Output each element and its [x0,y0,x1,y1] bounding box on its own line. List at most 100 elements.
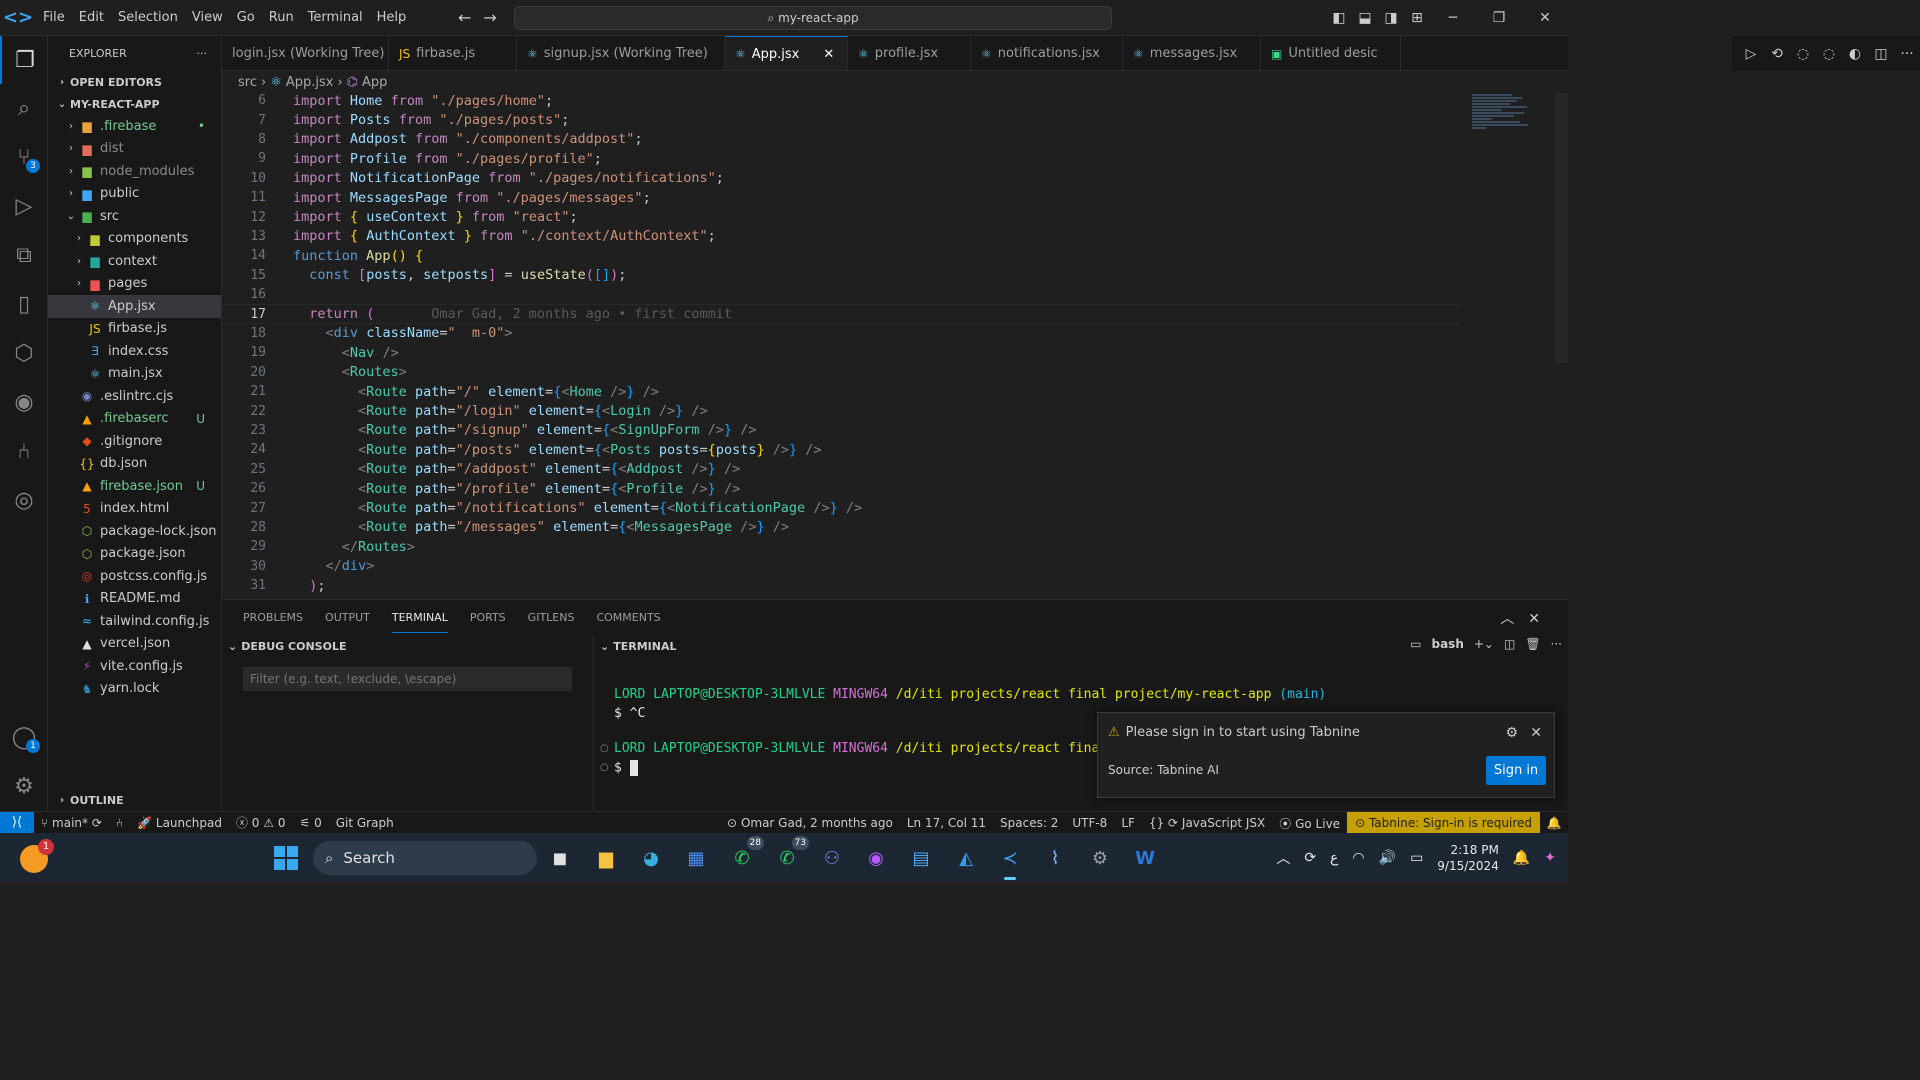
close-tab-icon[interactable]: ✕ [823,47,834,62]
search-view-icon[interactable]: ⌕ [0,84,48,132]
line-ending[interactable]: LF [1114,816,1142,830]
breadcrumb-file[interactable]: App.jsx [286,75,334,90]
tree-item-vercel-json[interactable]: ▲ vercel.json [48,633,221,656]
clock[interactable]: 2:18 PM 9/15/2024 [1437,842,1499,874]
whatsapp-business-icon[interactable]: ✆ 73 [773,836,809,872]
split-terminal-icon[interactable]: ◫ [1504,637,1515,651]
open-editors-section[interactable]: › OPEN EDITORS [48,71,221,93]
kill-terminal-icon[interactable]: 🗑 [1525,637,1540,651]
menu-help[interactable]: Help [370,10,414,25]
tab-login-jsx[interactable]: login.jsx (Working Tree) [222,36,389,70]
back-arrow-icon[interactable]: ← [458,8,483,27]
tree-item-postcss-config[interactable]: ◎ postcss.config.js [48,565,221,588]
next-change-icon[interactable]: ◌ [1816,46,1842,62]
notification-bell-icon[interactable]: 🔔 [1513,850,1530,866]
photos-icon[interactable]: ◭ [952,844,980,872]
debug-filter-input[interactable] [243,667,572,691]
breadcrumb-symbol[interactable]: App [362,75,387,90]
settings-gear-icon[interactable]: ⚙ [0,762,48,810]
git-graph-item[interactable]: Git Graph [329,816,401,830]
tab-notifications-jsx[interactable]: ⚛ notifications.jsx [971,36,1123,70]
tree-item-node-modules[interactable]: › ▆ node_modules [48,160,221,183]
new-terminal-icon[interactable]: +⌄ [1474,637,1494,651]
more-actions-icon[interactable]: ··· [1551,637,1562,651]
forward-arrow-icon[interactable]: → [483,8,508,27]
open-changes-icon[interactable]: ⟲ [1764,46,1790,62]
previous-change-icon[interactable]: ◌ [1790,46,1816,62]
weather-widget-icon[interactable]: 1 [20,839,54,873]
code-editor[interactable]: 6 import Home from "./pages/home"; 7 impor… [222,93,1568,599]
menu-view[interactable]: View [185,10,230,25]
toggle-panel-icon[interactable]: ⬓ [1352,10,1378,26]
project-section[interactable]: ⌄ MY-REACT-APP [48,93,221,115]
language-mode[interactable]: {} ⟳ JavaScript JSX [1142,816,1272,830]
remote-indicator-icon[interactable]: ⟩⟨ [0,811,34,834]
tree-item-eslintrc[interactable]: ◉ .eslintrc.cjs [48,385,221,408]
launchpad-item[interactable]: 🚀 Launchpad [130,816,229,830]
tree-item-db-json[interactable]: {} db.json [48,453,221,476]
accounts-icon[interactable]: ◯ 1 [0,713,48,761]
editor-scrollbar[interactable] [1554,93,1568,363]
tab-comments[interactable]: COMMENTS [596,603,660,632]
tab-terminal[interactable]: TERMINAL [391,603,448,633]
command-center-search[interactable]: ⌕ my-react-app [514,6,1112,30]
tree-item-public[interactable]: › ▆ public [48,183,221,206]
indentation[interactable]: Spaces: 2 [993,816,1065,830]
volume-icon[interactable]: 🔊 [1379,850,1396,866]
problems-indicator[interactable]: ⓧ 0 ⚠ 0 [229,814,293,831]
tab-output[interactable]: OUTPUT [325,603,370,632]
battery-icon[interactable]: ▭ [1410,850,1423,866]
tree-item-main-jsx[interactable]: ⚛ main.jsx [48,363,221,386]
tree-item-pages[interactable]: › ▆ pages [48,273,221,296]
more-actions-icon[interactable]: ··· [1894,46,1920,62]
tree-item-package-lock[interactable]: ⬡ package-lock.json [48,520,221,543]
tree-item-context[interactable]: › ▆ context [48,250,221,273]
tree-item-firbase-js[interactable]: JS firbase.js [48,318,221,341]
minimap[interactable] [1472,93,1532,149]
sync-icon[interactable]: ⟳ [1304,850,1316,866]
settings-icon[interactable]: ⚙ [1086,844,1114,872]
tab-problems[interactable]: PROBLEMS [243,603,303,632]
maximize-panel-icon[interactable]: ︿ [1500,611,1528,627]
close-window-icon[interactable]: ✕ [1522,10,1568,26]
outline-section[interactable]: › OUTLINE [48,789,222,811]
branch-indicator[interactable]: ⑂ main* ⟳ [34,816,109,830]
gitlens-icon[interactable]: ⑃ [0,427,48,475]
go-live-button[interactable]: ⦿ Go Live [1272,815,1347,832]
tree-item-src[interactable]: ⌄ ▆ src [48,205,221,228]
tree-item-gitignore[interactable]: ◆ .gitignore [48,430,221,453]
word-icon[interactable]: W [1131,844,1159,872]
tab-firbase-js[interactable]: JS firbase.js [389,36,517,70]
tab-gitlens[interactable]: GITLENS [528,603,575,632]
github-icon[interactable]: ◉ [0,378,48,426]
breadcrumb-folder[interactable]: src [238,75,257,90]
tab-signup-jsx[interactable]: ⚛ signup.jsx (Working Tree) [517,36,725,70]
task-view-icon[interactable]: ◼ [546,844,574,872]
tree-item-index-css[interactable]: ∃ index.css [48,340,221,363]
tree-item-firebaserc[interactable]: ▲ .firebaserc U [48,408,221,431]
debug-console-header[interactable]: ⌄ DEBUG CONSOLE [222,635,593,657]
menu-file[interactable]: File [36,10,72,25]
source-control-icon[interactable]: ⑂ 3 [0,133,48,181]
explorer-icon[interactable]: ❐ [0,36,48,84]
terminal-shell-label[interactable]: bash [1431,637,1463,651]
encoding[interactable]: UTF-8 [1065,816,1114,830]
tree-item-components[interactable]: › ▆ components [48,228,221,251]
taskbar-search[interactable]: ⌕ Search [313,841,537,875]
tree-item-readme[interactable]: ℹ README.md [48,588,221,611]
menu-go[interactable]: Go [230,10,262,25]
notifications-bell-icon[interactable]: 🔔 [1540,816,1568,830]
tab-ports[interactable]: PORTS [470,603,506,632]
menu-edit[interactable]: Edit [72,10,111,25]
notepad-icon[interactable]: ▤ [907,844,935,872]
menu-run[interactable]: Run [262,10,301,25]
vscode-taskbar-icon[interactable]: ≺ [996,844,1024,880]
tree-item-app-jsx[interactable]: ⚛ App.jsx [48,295,221,318]
ports-indicator[interactable]: ⚟ 0 [292,816,328,830]
sign-in-button[interactable]: Sign in [1486,756,1546,785]
gear-icon[interactable]: ⚙ [1505,725,1518,741]
microsoft-store-icon[interactable]: ▦ [682,844,710,872]
tab-messages-jsx[interactable]: ⚛ messages.jsx [1123,36,1261,70]
tree-item-firebase-json[interactable]: ▲ firebase.json U [48,475,221,498]
teams-icon[interactable]: ⚇ [818,844,846,872]
